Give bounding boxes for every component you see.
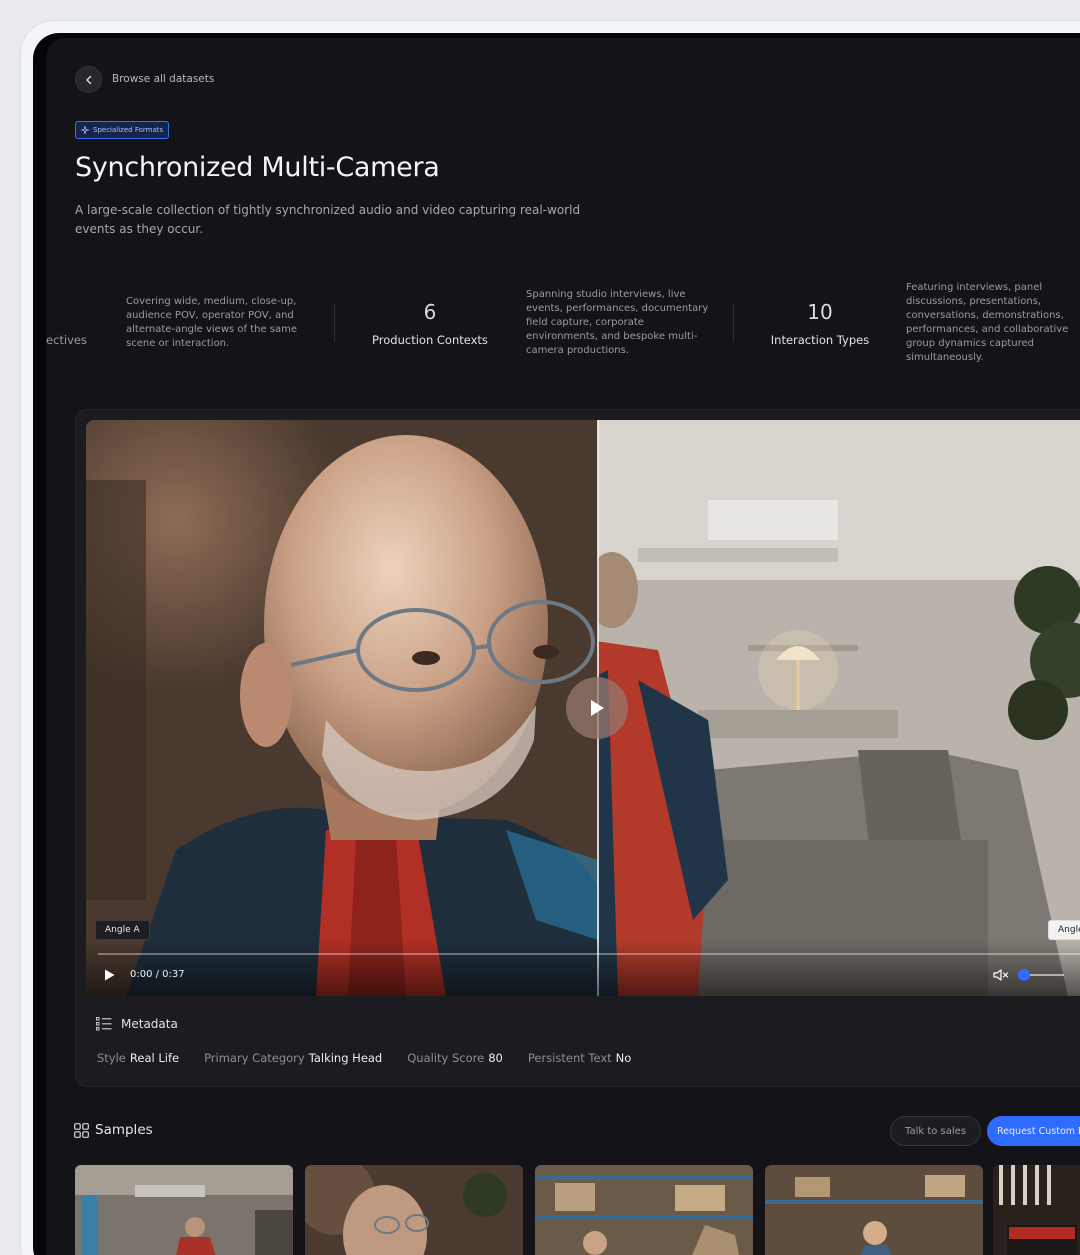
metadata-heading: Metadata (121, 1017, 178, 1031)
page-description: A large-scale collection of tightly sync… (75, 203, 581, 236)
page-title: Synchronized Multi-Camera (75, 152, 440, 183)
metadata-value: Real Life (129, 1051, 180, 1065)
metadata-item-quality: Quality Score 80 (407, 1051, 503, 1065)
metadata-key: Quality Score (407, 1051, 485, 1065)
stat-contexts-value: 6 (423, 300, 437, 324)
sparkle-icon (81, 126, 89, 134)
back-link[interactable]: Browse all datasets (112, 73, 214, 85)
stat-interaction-value: 10 (807, 300, 833, 324)
video-player[interactable]: Angle A Angle 0:00 / 0:37 (86, 420, 1080, 996)
sample-warehouse-image (535, 1165, 753, 1255)
metadata-value: 80 (488, 1051, 503, 1065)
stat-interaction-text: Featuring interviews, panel discussions,… (906, 282, 1069, 363)
category-badge: Specialized Formats (75, 121, 170, 139)
metadata-key: Persistent Text (527, 1051, 612, 1065)
metadata-item-persistent-text: Persistent Text No (528, 1051, 631, 1065)
progress-bar[interactable] (98, 953, 1080, 955)
room-scene-image (598, 420, 1080, 996)
metadata-item-style: Style Real Life (97, 1051, 179, 1065)
angle-b-video (598, 420, 1080, 996)
metadata-value: Talking Head (308, 1051, 383, 1065)
sample-clapper-image (993, 1165, 1080, 1255)
stat-divider (733, 304, 734, 342)
metadata-header: Metadata (96, 1017, 178, 1031)
samples-header: Samples (74, 1122, 153, 1138)
list-icon (96, 1017, 112, 1031)
sample-thumbnail[interactable] (535, 1165, 753, 1255)
back-button[interactable] (75, 66, 102, 93)
metadata-key: Style (97, 1051, 126, 1065)
metadata-item-category: Primary Category Talking Head (204, 1051, 382, 1065)
mute-icon[interactable] (993, 969, 1009, 981)
sample-portrait-image (305, 1165, 523, 1255)
grid-icon (74, 1122, 89, 1138)
samples-heading: Samples (95, 1122, 153, 1138)
sample-room-image (75, 1165, 293, 1255)
sample-thumbnail[interactable] (305, 1165, 523, 1255)
angle-a-video (86, 420, 598, 996)
play-small-icon[interactable] (104, 969, 115, 981)
man-portrait-image (86, 420, 598, 996)
badge-label: Specialized Formats (93, 126, 164, 134)
time-display: 0:00 / 0:37 (130, 969, 185, 980)
metadata-value: No (615, 1051, 632, 1065)
chevron-left-icon (85, 75, 91, 84)
play-icon (591, 700, 604, 716)
angle-a-label: Angle A (95, 920, 150, 940)
angle-a-text: Angle A (105, 925, 140, 935)
stat-contexts-label: Production Contexts (372, 333, 488, 347)
angle-b-label: Angle (1048, 920, 1080, 940)
angle-b-text: Angle (1058, 925, 1080, 935)
volume-knob[interactable] (1018, 969, 1030, 981)
player-controls: 0:00 / 0:37 (86, 940, 1080, 996)
request-custom-button[interactable]: Request Custom D (987, 1116, 1080, 1146)
talk-to-sales-button[interactable]: Talk to sales (890, 1116, 982, 1146)
metadata-row: Style Real Life Primary Category Talking H… (97, 1051, 631, 1065)
sample-thumbnail[interactable] (993, 1165, 1080, 1255)
metadata-key: Primary Category (204, 1051, 305, 1065)
stat-perspectives-label: ectives (46, 333, 87, 347)
stat-interaction-label: Interaction Types (770, 333, 870, 347)
stat-divider (334, 304, 335, 342)
play-button[interactable] (566, 677, 628, 739)
stat-perspectives-text: Covering wide, medium, close-up, audienc… (126, 296, 298, 349)
sample-museum-image (765, 1165, 983, 1255)
stat-contexts-text: Spanning studio interviews, live events,… (526, 289, 709, 356)
sample-thumbnail[interactable] (765, 1165, 983, 1255)
sample-thumbnail[interactable] (75, 1165, 293, 1255)
